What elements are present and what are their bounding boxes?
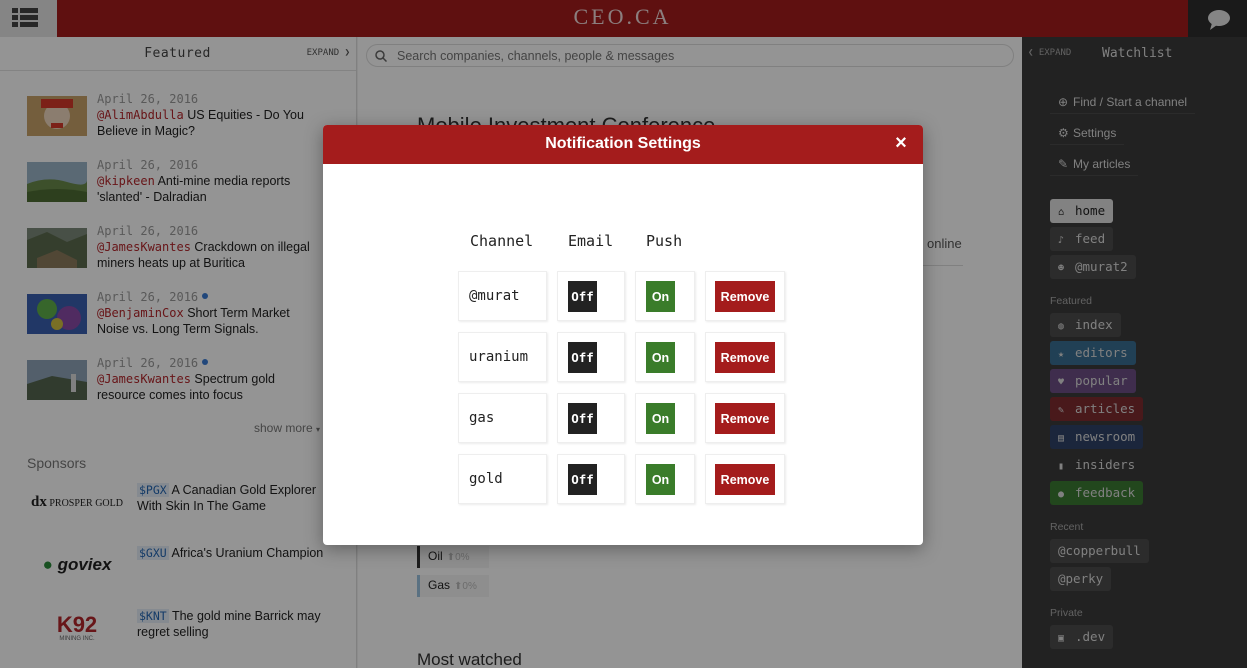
push-cell: On [635, 332, 695, 382]
remove-button[interactable]: Remove [715, 403, 775, 434]
push-on-button[interactable]: On [646, 281, 675, 312]
email-cell: Off [557, 454, 625, 504]
notification-settings-modal: Notification Settings × Channel Email Pu… [323, 125, 923, 545]
email-cell: Off [557, 393, 625, 443]
channel-name: gas [458, 393, 547, 443]
email-off-button[interactable]: Off [568, 403, 597, 434]
push-cell: On [635, 271, 695, 321]
modal-header: Notification Settings × [323, 125, 923, 164]
channel-name: uranium [458, 332, 547, 382]
modal-title: Notification Settings [545, 135, 701, 152]
email-off-button[interactable]: Off [568, 281, 597, 312]
email-cell: Off [557, 271, 625, 321]
remove-cell: Remove [705, 454, 785, 504]
remove-button[interactable]: Remove [715, 281, 775, 312]
remove-button[interactable]: Remove [715, 342, 775, 373]
email-cell: Off [557, 332, 625, 382]
remove-cell: Remove [705, 393, 785, 443]
email-off-button[interactable]: Off [568, 464, 597, 495]
remove-cell: Remove [705, 271, 785, 321]
email-off-button[interactable]: Off [568, 342, 597, 373]
push-cell: On [635, 454, 695, 504]
push-on-button[interactable]: On [646, 464, 675, 495]
header-push: Push [646, 232, 683, 250]
close-icon[interactable]: × [891, 133, 911, 153]
push-cell: On [635, 393, 695, 443]
remove-button[interactable]: Remove [715, 464, 775, 495]
header-channel: Channel [470, 232, 534, 250]
push-on-button[interactable]: On [646, 342, 675, 373]
channel-name: gold [458, 454, 547, 504]
header-email: Email [568, 232, 614, 250]
push-on-button[interactable]: On [646, 403, 675, 434]
channel-name: @murat [458, 271, 547, 321]
remove-cell: Remove [705, 332, 785, 382]
